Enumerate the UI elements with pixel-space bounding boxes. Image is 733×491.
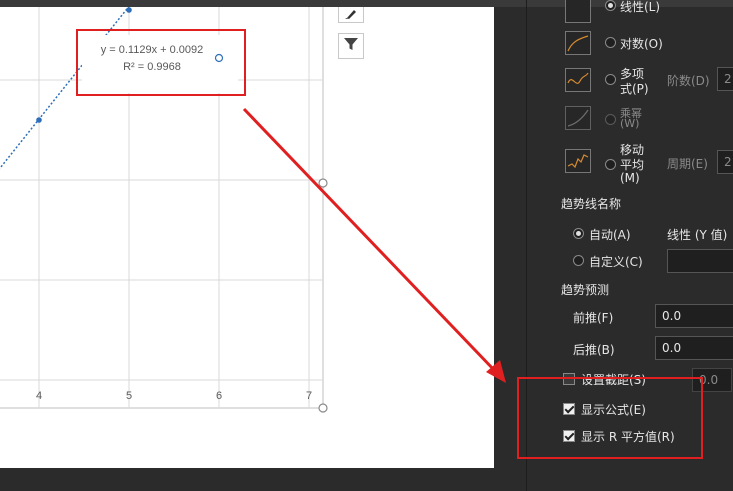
annotation-arrow xyxy=(242,107,506,383)
